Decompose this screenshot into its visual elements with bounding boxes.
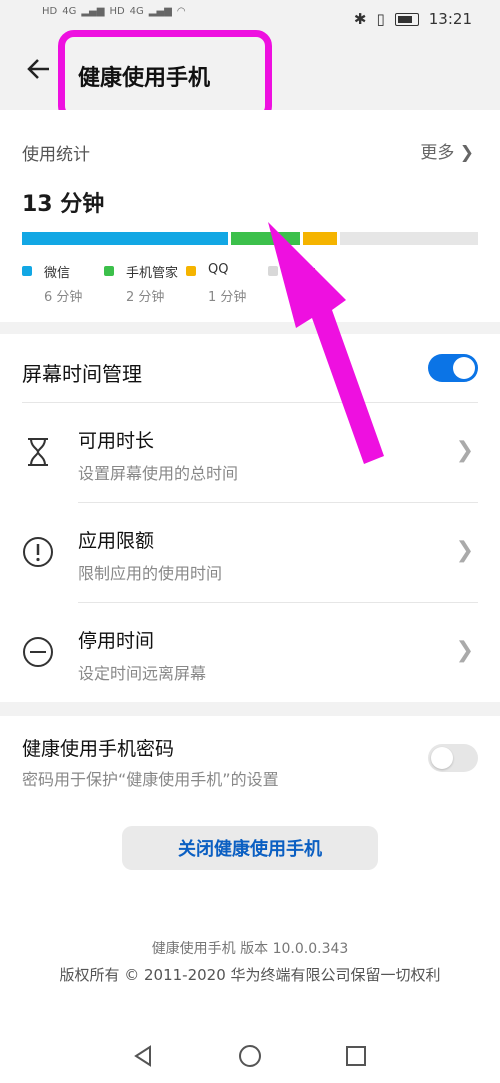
legend-app-name: 其他: [290, 266, 317, 281]
nav-back-triangle-icon[interactable]: [132, 1044, 154, 1072]
row-title: 可用时长: [78, 430, 155, 452]
screen-time-title: 屏幕时间管理: [22, 362, 142, 386]
row-title: 停用时间: [78, 630, 155, 652]
signal-icon: ▂▄▆: [81, 6, 105, 17]
copyright-text: 版权所有 © 2011-2020 华为终端有限公司保留一切权利: [59, 966, 441, 984]
wifi-icon: ◠: [176, 6, 186, 17]
signal-indicators: HD 4G ▂▄▆ HD 4G ▂▄▆ ◠: [42, 6, 186, 17]
minus-circle-icon: [22, 636, 54, 668]
hd-label-1: HD: [42, 6, 58, 17]
chevron-right-icon: ❯: [459, 143, 474, 163]
toggle-knob: [453, 357, 475, 379]
more-label: 更多: [420, 143, 455, 163]
toggle-knob: [431, 747, 453, 769]
network-label-1: 4G: [62, 6, 77, 17]
usage-segment-2: [303, 232, 338, 245]
row-available-duration[interactable]: 可用时长 设置屏幕使用的总时间 ❯: [0, 402, 500, 502]
total-usage-time: 13 分钟: [22, 192, 105, 217]
app-header: 健康使用手机: [0, 30, 500, 122]
legend-app-name: 手机管家: [126, 266, 179, 281]
version-text: 健康使用手机 版本 10.0.0.343: [151, 941, 349, 957]
battery-icon: [394, 12, 419, 26]
legend-app-name: QQ: [208, 262, 229, 277]
legend-app-time: 6 分钟: [44, 290, 83, 305]
row-title: 应用限额: [78, 530, 155, 552]
system-nav-bar: [0, 1030, 500, 1083]
bluetooth-icon: ✱: [353, 10, 367, 28]
legend-app-name: 微信: [44, 266, 71, 281]
hd-label-2: HD: [109, 6, 125, 17]
more-link[interactable]: 更多 ❯: [420, 138, 474, 163]
legend-app-time: 2 分钟: [126, 290, 165, 305]
password-title: 健康使用手机密码: [22, 738, 175, 760]
password-card: 健康使用手机密码 密码用于保护“健康使用手机”的设置 关闭健康使用手机 健康使用…: [0, 716, 500, 1083]
screen-time-card: 屏幕时间管理 可用时长 设置屏幕使用的总时间 ❯ 应用限额 限制应用的使用时间 …: [0, 334, 500, 702]
screen-time-toggle[interactable]: [428, 354, 478, 382]
usage-segment-0: [22, 232, 229, 245]
usage-stats-card: 使用统计 更多 ❯ 13 分钟 微信 6 分钟 手机管家 2 分钟 QQ 1 分钟 其他 4 …: [0, 110, 500, 322]
signal-icon-2: ▂▄▆: [148, 6, 172, 17]
chevron-right-icon: ❯: [455, 438, 474, 463]
row-subtitle: 设定时间远离屏幕: [78, 664, 207, 683]
clock: 13:21: [428, 10, 472, 28]
row-subtitle: 设置屏幕使用的总时间: [78, 464, 239, 483]
hourglass-icon: [22, 436, 54, 468]
legend-color-dot: [104, 266, 114, 276]
legend-color-dot: [22, 266, 32, 276]
usage-segment-3: [340, 232, 478, 245]
exclamation-circle-icon: [22, 536, 54, 568]
row-downtime[interactable]: 停用时间 设定时间远离屏幕 ❯: [0, 602, 500, 702]
network-label-2: 4G: [129, 6, 144, 17]
annotation-highlight-box: [58, 30, 272, 122]
legend-color-dot: [186, 266, 196, 276]
back-arrow-icon[interactable]: [22, 54, 52, 91]
chevron-right-icon: ❯: [455, 638, 474, 663]
legend-color-dot: [268, 266, 278, 276]
legend-app-time: 4 分钟: [290, 290, 329, 305]
close-healthy-usage-button[interactable]: 关闭健康使用手机: [122, 826, 378, 870]
vibrate-icon: ▯: [376, 10, 385, 28]
chevron-right-icon: ❯: [455, 538, 474, 563]
usage-segment-1: [231, 232, 301, 245]
legend-app-time: 1 分钟: [208, 290, 247, 305]
nav-recent-square-icon[interactable]: [346, 1046, 366, 1070]
usage-stats-label: 使用统计: [22, 145, 90, 165]
status-right: ✱ ▯ 13:21: [354, 10, 472, 28]
password-toggle[interactable]: [428, 744, 478, 772]
row-subtitle: 限制应用的使用时间: [78, 564, 223, 583]
password-subtitle: 密码用于保护“健康使用手机”的设置: [22, 770, 279, 789]
usage-bar: [22, 232, 478, 245]
nav-home-circle-icon[interactable]: [238, 1044, 262, 1072]
row-app-limits[interactable]: 应用限额 限制应用的使用时间 ❯: [0, 502, 500, 602]
